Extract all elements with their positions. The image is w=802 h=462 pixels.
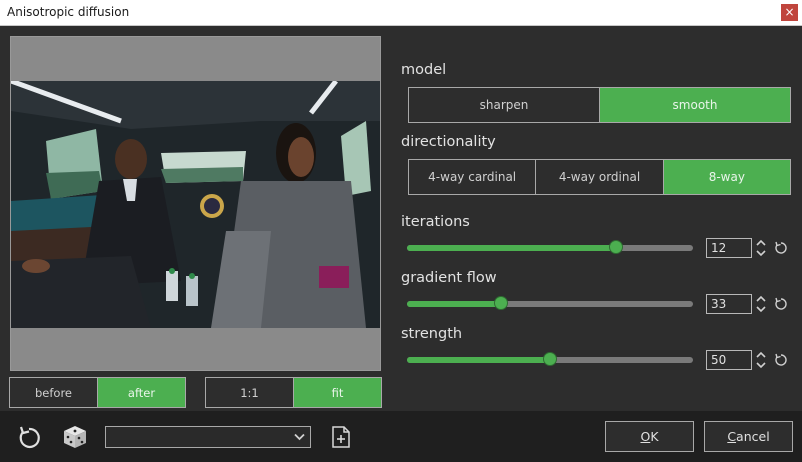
gradient-flow-spin-arrows-icon[interactable] bbox=[755, 294, 767, 314]
iterations-slider[interactable] bbox=[407, 240, 693, 254]
strength-value-field[interactable]: 50 bbox=[706, 350, 752, 370]
strength-reset-icon[interactable] bbox=[773, 352, 789, 368]
iterations-slider-handle[interactable] bbox=[608, 240, 623, 254]
model-sharpen-option[interactable]: sharpen bbox=[409, 88, 599, 122]
zoom-fit-button[interactable]: fit bbox=[293, 378, 381, 407]
preview-area bbox=[10, 36, 381, 371]
view-toggle: before after bbox=[9, 377, 186, 408]
zoom-1-1-button[interactable]: 1:1 bbox=[206, 378, 293, 407]
title-bar: Anisotropic diffusion × bbox=[0, 0, 802, 26]
close-button[interactable]: × bbox=[781, 4, 798, 21]
gradient-flow-slider-fill bbox=[407, 301, 502, 307]
preset-dropdown[interactable] bbox=[105, 426, 311, 448]
directionality-label: directionality bbox=[401, 134, 496, 150]
cancel-label-rest: ancel bbox=[736, 429, 770, 444]
strength-slider-handle[interactable] bbox=[543, 352, 557, 366]
iterations-reset-icon[interactable] bbox=[773, 240, 789, 256]
preview-image bbox=[11, 81, 380, 328]
iterations-slider-fill bbox=[407, 245, 616, 251]
ok-mnemonic: O bbox=[640, 429, 651, 444]
model-label: model bbox=[401, 62, 447, 78]
directionality-selector: 4-way cardinal 4-way ordinal 8-way bbox=[408, 159, 791, 195]
gradient-flow-slider-handle[interactable] bbox=[494, 296, 509, 310]
before-button[interactable]: before bbox=[10, 378, 97, 407]
cancel-button[interactable]: Cancel bbox=[704, 421, 793, 452]
strength-slider[interactable] bbox=[407, 352, 693, 366]
after-button[interactable]: after bbox=[97, 378, 185, 407]
direction-4-way-cardinal-option[interactable]: 4-way cardinal bbox=[409, 160, 536, 194]
direction-8-way-option[interactable]: 8-way bbox=[662, 160, 790, 194]
strength-slider-fill bbox=[407, 357, 550, 363]
strength-spin-arrows-icon[interactable] bbox=[755, 350, 767, 370]
preview-photo-illustration bbox=[11, 81, 380, 328]
iterations-value-field[interactable]: 12 bbox=[706, 238, 752, 258]
iterations-label: iterations bbox=[401, 214, 470, 230]
chevron-down-icon[interactable] bbox=[294, 433, 305, 441]
direction-4-way-ordinal-option[interactable]: 4-way ordinal bbox=[535, 160, 663, 194]
window-title: Anisotropic diffusion bbox=[7, 5, 130, 19]
ok-button[interactable]: OK bbox=[605, 421, 694, 452]
gradient-flow-reset-icon[interactable] bbox=[773, 296, 789, 312]
strength-label: strength bbox=[401, 326, 463, 342]
model-smooth-option[interactable]: smooth bbox=[599, 88, 790, 122]
model-selector: sharpen smooth bbox=[408, 87, 791, 123]
gradient-flow-value-field[interactable]: 33 bbox=[706, 294, 752, 314]
cancel-mnemonic: C bbox=[727, 429, 737, 444]
reset-icon[interactable] bbox=[16, 425, 42, 451]
zoom-toggle: 1:1 fit bbox=[205, 377, 382, 408]
iterations-spin-arrows-icon[interactable] bbox=[755, 238, 767, 258]
gradient-flow-label: gradient flow bbox=[401, 270, 497, 286]
new-preset-icon[interactable] bbox=[331, 426, 351, 448]
ok-label-rest: K bbox=[650, 429, 659, 444]
dice-icon[interactable] bbox=[62, 424, 88, 450]
gradient-flow-slider[interactable] bbox=[407, 296, 693, 310]
